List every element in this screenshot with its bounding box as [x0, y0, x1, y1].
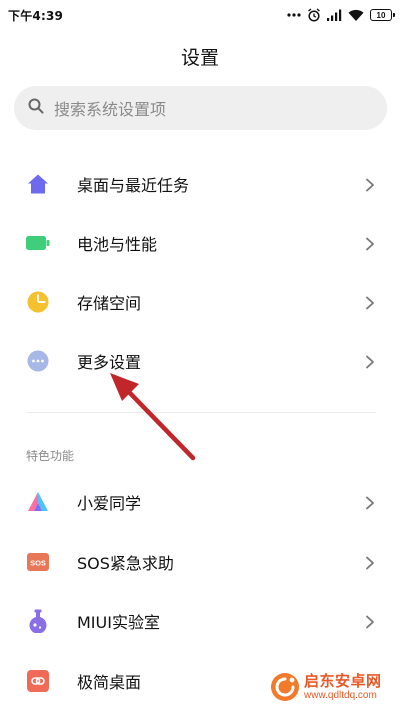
- watermark: 启东安卓网 www.qdltdq.com: [270, 668, 398, 708]
- chevron-right-icon: [364, 614, 376, 629]
- svg-text:SOS: SOS: [30, 559, 46, 568]
- settings-item-label: SOS紧急求助: [77, 554, 174, 573]
- watermark-url: www.qdltdq.com: [304, 690, 377, 701]
- section-divider: [26, 412, 376, 413]
- settings-item-desktop[interactable]: 桌面与最近任务: [0, 158, 400, 210]
- chevron-right-icon: [364, 236, 376, 251]
- wifi-icon: [348, 9, 364, 21]
- status-icons: 10: [287, 6, 395, 24]
- search-placeholder: 搜索系统设置项: [54, 100, 167, 119]
- settings-item-label: 极简桌面: [77, 673, 142, 692]
- chevron-right-icon: [364, 495, 376, 510]
- minimal-desktop-icon: [26, 669, 50, 693]
- feature-item-sos[interactable]: SOS SOS紧急求助: [0, 536, 400, 588]
- status-time: 下午4:39: [8, 9, 64, 23]
- battery-icon: [26, 231, 50, 255]
- chevron-right-icon: [364, 177, 376, 192]
- settings-item-label: MIUI实验室: [77, 613, 160, 632]
- status-bar: 下午4:39 10: [0, 0, 400, 30]
- chevron-right-icon: [364, 555, 376, 570]
- signal-icon: [327, 9, 342, 21]
- settings-item-label: 小爱同学: [77, 494, 142, 513]
- battery-indicator: 10: [370, 9, 395, 21]
- chevron-right-icon: [364, 295, 376, 310]
- watermark-logo-icon: [271, 673, 299, 701]
- settings-item-storage[interactable]: 存储空间: [0, 276, 400, 328]
- more-dots-icon: [287, 12, 301, 18]
- settings-item-label: 桌面与最近任务: [77, 176, 190, 195]
- settings-item-battery[interactable]: 电池与性能: [0, 217, 400, 269]
- more-dots-icon: [26, 349, 50, 373]
- feature-item-xiaoai[interactable]: 小爱同学: [0, 476, 400, 528]
- watermark-name: 启东安卓网: [304, 672, 382, 690]
- sos-icon: SOS: [26, 550, 50, 574]
- page-title: 设置: [180, 47, 219, 69]
- settings-item-label: 电池与性能: [77, 235, 158, 254]
- settings-item-more[interactable]: 更多设置: [0, 335, 400, 387]
- pie-chart-icon: [26, 290, 50, 314]
- search-icon: [28, 98, 44, 118]
- chevron-right-icon: [364, 354, 376, 369]
- settings-screen: 下午4:39 10 设置 搜索系统设置项 桌面与最近任务 电池与性能 存储空间 …: [0, 0, 400, 711]
- settings-item-label: 更多设置: [77, 353, 142, 372]
- flask-icon: [26, 609, 50, 633]
- feature-item-lab[interactable]: MIUI实验室: [0, 595, 400, 647]
- section-header: 特色功能: [26, 449, 75, 463]
- settings-item-label: 存储空间: [77, 294, 142, 313]
- search-input[interactable]: 搜索系统设置项: [14, 86, 387, 130]
- alarm-clock-icon: [307, 8, 321, 22]
- home-icon: [26, 172, 50, 196]
- xiaoai-icon: [26, 490, 50, 514]
